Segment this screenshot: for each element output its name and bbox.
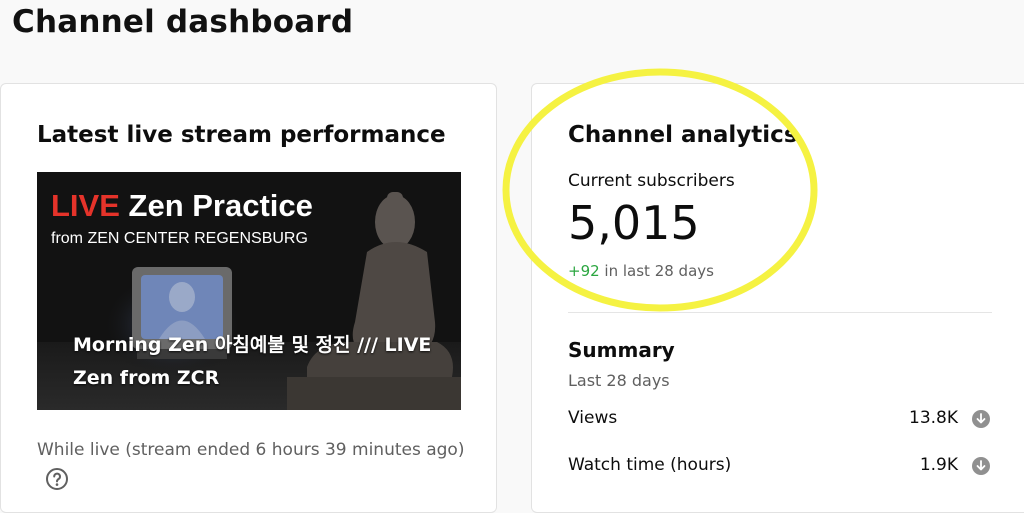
live-card-title: Latest live stream performance [37, 122, 446, 148]
metric-value: 1.9K [919, 455, 958, 475]
subscribers-label: Current subscribers [568, 171, 735, 191]
stream-thumbnail[interactable]: LIVE Zen Practice from ZEN CENTER REGENS… [37, 172, 461, 410]
subscribers-delta-period: in last 28 days [599, 262, 714, 280]
live-stream-card: Latest live stream performance LIVE Zen … [0, 83, 497, 513]
metric-row-views[interactable]: Views 13.8K [568, 406, 992, 436]
arrow-down-circle-icon [972, 410, 990, 428]
headline-text: Zen Practice [128, 188, 313, 223]
analytics-card-title: Channel analytics [568, 122, 798, 148]
metric-name: Watch time (hours) [568, 455, 732, 475]
metric-row-watch-time[interactable]: Watch time (hours) 1.9K [568, 453, 992, 483]
summary-period: Last 28 days [568, 371, 670, 390]
section-divider [568, 312, 992, 313]
thumbnail-headline: LIVE Zen Practice [51, 188, 313, 224]
metric-value: 13.8K [909, 408, 958, 428]
subscribers-count: 5,015 [568, 196, 700, 250]
help-circle-icon[interactable] [45, 467, 69, 491]
page-title: Channel dashboard [12, 4, 354, 40]
thumbnail-subheadline: from ZEN CENTER REGENSBURG [51, 230, 308, 247]
thumbnail-caption: Morning Zen 아침예불 및 정진 /// LIVE Zen from … [73, 334, 432, 389]
summary-title: Summary [568, 338, 675, 362]
arrow-down-circle-icon [972, 457, 990, 475]
live-word: LIVE [51, 188, 120, 223]
stream-status-text: While live (stream ended 6 hours 39 minu… [37, 440, 465, 460]
channel-analytics-card: Channel analytics Current subscribers 5,… [531, 83, 1024, 513]
subscribers-delta: +92 in last 28 days [568, 262, 714, 280]
subscribers-delta-value: +92 [568, 262, 600, 280]
metric-name: Views [568, 408, 618, 428]
